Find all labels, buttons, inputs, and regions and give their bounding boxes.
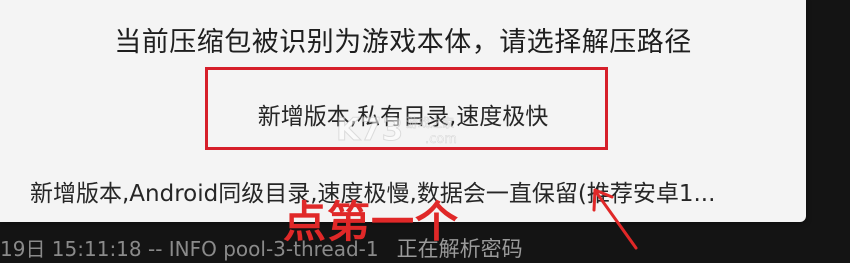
highlight-box [205, 67, 608, 150]
log-line: 19日 15:11:18 -- INFO pool-3-thread-1 正在解析… [0, 233, 523, 263]
arrow-icon [586, 180, 646, 252]
background-panel [806, 0, 850, 263]
log-text: 19日 15:11:18 -- INFO pool-3-thread-1 [0, 237, 379, 261]
log-status: 正在解析密码 [396, 237, 523, 261]
dialog-title: 当前压缩包被识别为游戏本体，请选择解压路径 [114, 27, 692, 58]
screen: 当前压缩包被识别为游戏本体，请选择解压路径 新增版本,私有目录,速度极快 新增版… [0, 0, 850, 263]
